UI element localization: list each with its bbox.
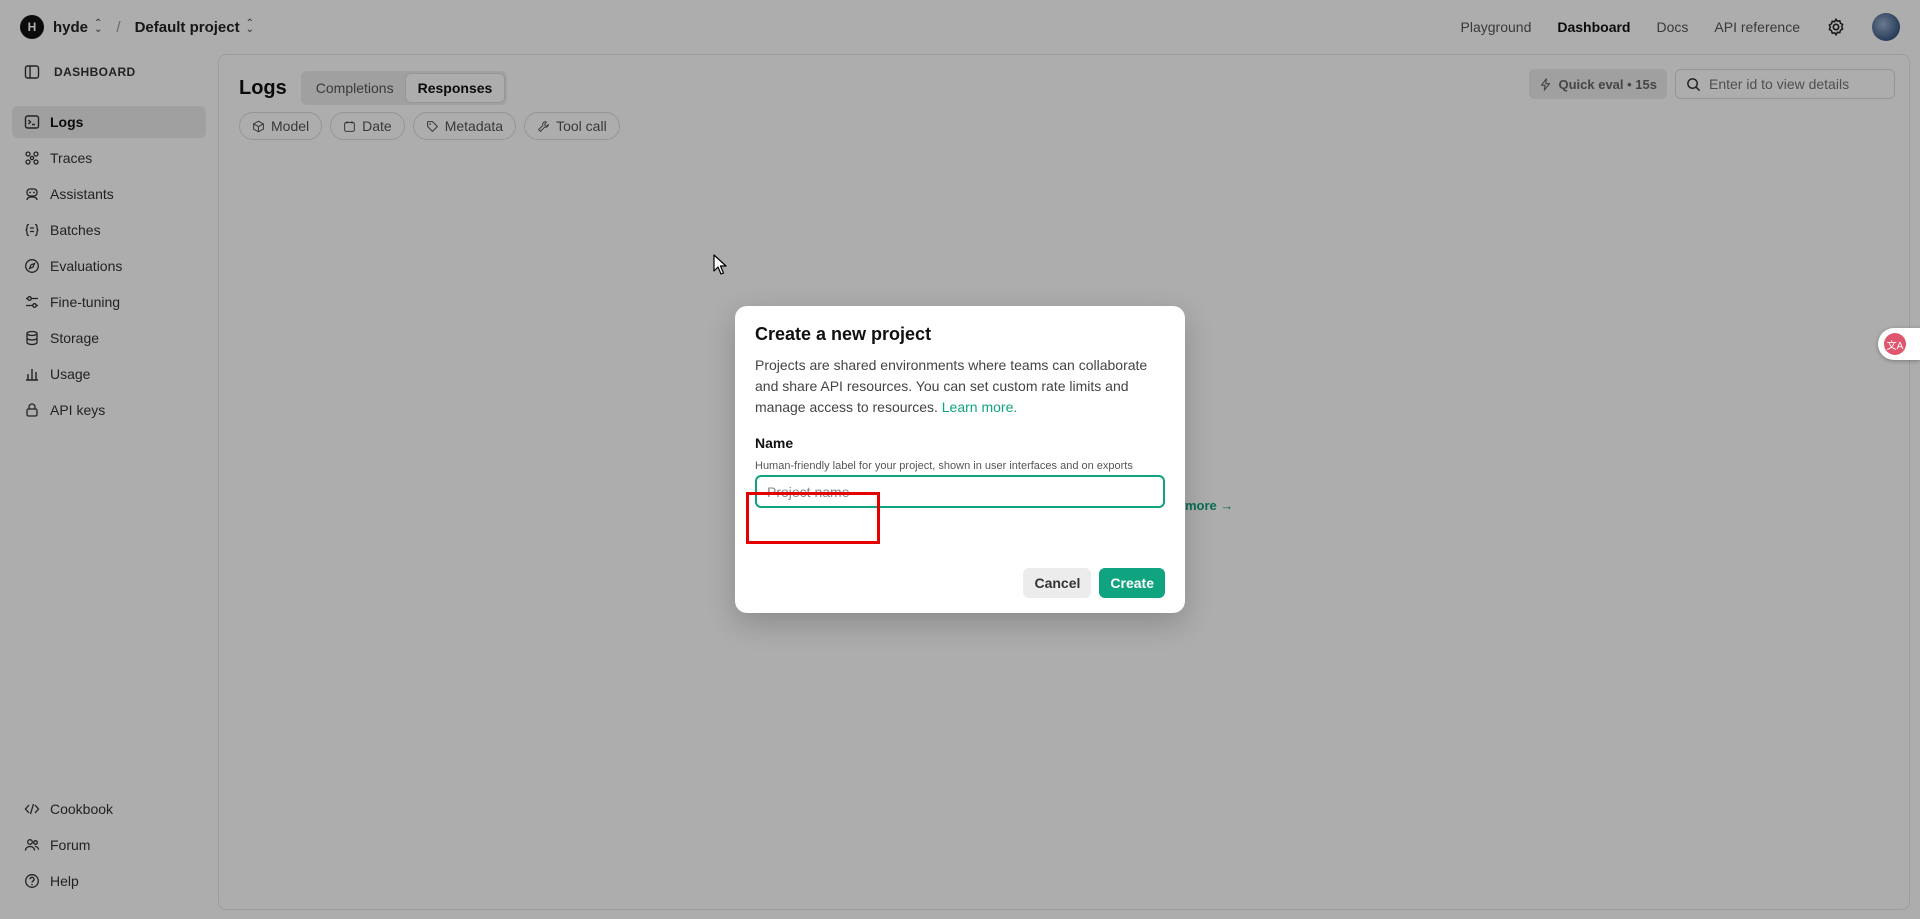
cancel-button[interactable]: Cancel [1023,568,1092,598]
translate-extension-badge[interactable]: 文A [1878,328,1920,360]
mouse-cursor-icon [713,254,727,275]
name-label: Name [755,435,794,451]
dialog-title: Create a new project [755,324,932,344]
create-project-dialog: Create a new project Projects are shared… [735,306,1185,613]
translate-icon: 文A [1884,333,1906,355]
dialog-actions: Cancel Create [1023,568,1165,598]
create-button[interactable]: Create [1099,568,1165,598]
dialog-description: Projects are shared environments where t… [755,355,1165,418]
name-hint: Human-friendly label for your project, s… [755,460,1133,472]
project-name-input[interactable] [755,475,1165,508]
learn-more-link[interactable]: Learn more. [942,399,1017,415]
